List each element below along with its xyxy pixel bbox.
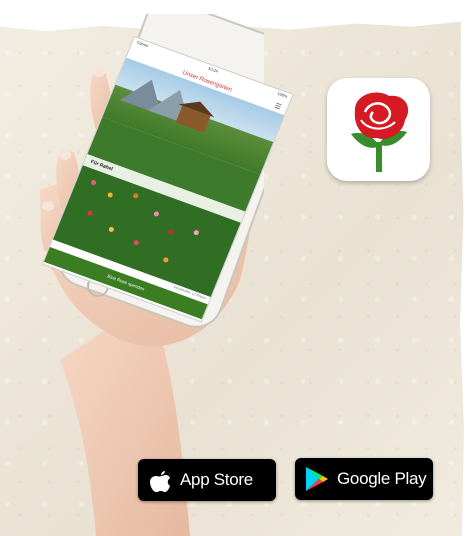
- flower[interactable]: [90, 179, 97, 186]
- flower[interactable]: [153, 210, 160, 218]
- flower[interactable]: [86, 209, 94, 217]
- rose-icon: [351, 92, 409, 172]
- google-play-label: Google Play: [337, 469, 427, 488]
- apple-icon: [150, 471, 170, 492]
- flower[interactable]: [162, 256, 170, 264]
- flower[interactable]: [132, 192, 140, 199]
- flower[interactable]: [192, 229, 200, 236]
- app-store-badge[interactable]: App Store: [138, 459, 276, 501]
- flower[interactable]: [108, 226, 115, 233]
- flower[interactable]: [132, 239, 140, 246]
- flower[interactable]: [167, 228, 175, 236]
- google-play-badge[interactable]: Google Play: [295, 458, 433, 500]
- hut-illustration: [175, 105, 211, 133]
- app-icon[interactable]: [327, 78, 430, 181]
- app-store-label: App Store: [180, 470, 253, 489]
- flower[interactable]: [106, 191, 114, 199]
- google-play-icon: [306, 467, 328, 491]
